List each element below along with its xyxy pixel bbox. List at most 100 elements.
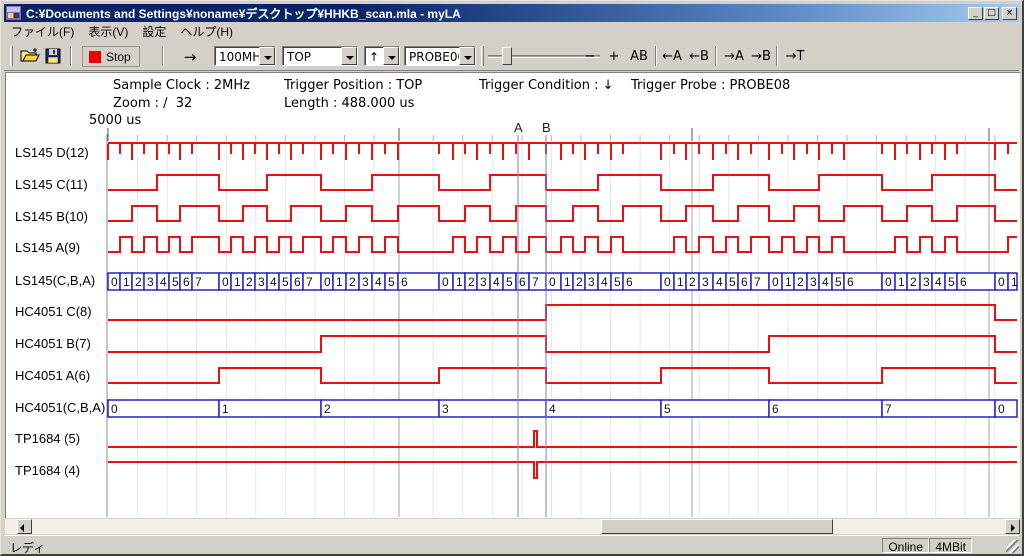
waveform-hc4051-a6	[108, 368, 1017, 383]
bus-value-ls145-bus: 6	[960, 275, 967, 289]
bus-value-ls145-bus: 2	[135, 275, 142, 289]
bus-value-ls145-bus: 2	[349, 275, 356, 289]
bus-value-hc4051-bus: 1	[222, 402, 229, 416]
bus-value-ls145-bus: 4	[822, 275, 829, 289]
bus-value-ls145-bus: 0	[664, 275, 671, 289]
bus-value-ls145-bus: 5	[729, 275, 736, 289]
bus-value-ls145-bus: 1	[564, 275, 571, 289]
bus-value-ls145-bus: 4	[716, 275, 723, 289]
scroll-left-button[interactable]	[17, 519, 32, 534]
bus-value-hc4051-bus: 5	[664, 402, 671, 416]
bus-value-ls145-bus: 1	[456, 275, 463, 289]
bus-value-ls145-bus: 3	[362, 275, 369, 289]
bus-value-hc4051-bus: 0	[998, 402, 1005, 416]
waveform-hc4051-b7	[108, 336, 1017, 352]
bus-value-hc4051-bus: 2	[324, 402, 331, 416]
bus-value-ls145-bus: 0	[111, 275, 118, 289]
bus-value-ls145-bus: 6	[401, 275, 408, 289]
bus-value-hc4051-bus: 6	[772, 402, 779, 416]
bus-cell-hc4051-bus	[546, 400, 661, 417]
bus-value-ls145-bus: 2	[910, 275, 917, 289]
bus-value-ls145-bus: 3	[588, 275, 595, 289]
status-bar: レディ Online 4MBit	[4, 535, 1019, 554]
bus-value-ls145-bus: 0	[885, 275, 892, 289]
bus-value-ls145-bus: 7	[306, 275, 313, 289]
bus-value-ls145-bus: 3	[147, 275, 154, 289]
bus-value-hc4051-bus: 4	[549, 402, 556, 416]
bus-value-ls145-bus: 5	[282, 275, 289, 289]
bus-value-ls145-bus: 4	[270, 275, 277, 289]
scroll-right-button[interactable]	[1005, 519, 1020, 534]
bus-value-ls145-bus: 0	[442, 275, 449, 289]
bus-cell-hc4051-bus	[321, 400, 439, 417]
bus-value-ls145-bus: 3	[258, 275, 265, 289]
waveform-ls145-a9	[108, 237, 1017, 252]
bus-value-ls145-bus: 1	[123, 275, 130, 289]
bus-value-ls145-bus: 5	[948, 275, 955, 289]
waveform-ls145-b10	[108, 206, 1017, 221]
bus-value-ls145-bus: 7	[195, 275, 202, 289]
bus-value-ls145-bus: 0	[549, 275, 556, 289]
bus-cell-hc4051-bus	[219, 400, 321, 417]
bus-value-ls145-bus: 1	[234, 275, 241, 289]
status-online-badge: Online	[882, 538, 929, 553]
bus-value-ls145-bus: 6	[741, 275, 748, 289]
bus-value-ls145-bus: 4	[935, 275, 942, 289]
bus-cell-hc4051-bus	[108, 400, 219, 417]
bus-cell-hc4051-bus	[439, 400, 546, 417]
bus-value-ls145-bus: 0	[324, 275, 331, 289]
bus-value-ls145-bus: 1	[785, 275, 792, 289]
bus-cell-hc4051-bus	[661, 400, 769, 417]
bus-value-hc4051-bus: 3	[442, 402, 449, 416]
bus-value-ls145-bus: 5	[835, 275, 842, 289]
bus-value-hc4051-bus: 7	[885, 402, 892, 416]
waveform-ls145-c11	[108, 175, 1017, 190]
status-memory-badge: 4MBit	[929, 538, 972, 553]
bus-value-ls145-bus: 5	[614, 275, 621, 289]
bus-value-ls145-bus: 0	[222, 275, 229, 289]
bus-value-ls145-bus: 6	[847, 275, 854, 289]
bus-cell-hc4051-bus	[769, 400, 882, 417]
bus-value-ls145-bus: 2	[246, 275, 253, 289]
bus-value-ls145-bus: 3	[810, 275, 817, 289]
bus-value-ls145-bus: 1	[677, 275, 684, 289]
bus-value-ls145-bus: 6	[626, 275, 633, 289]
bus-value-ls145-bus: 3	[702, 275, 709, 289]
waveform-tp1684-4	[108, 462, 1017, 478]
bus-value-ls145-bus: 6	[183, 275, 190, 289]
bus-value-ls145-bus: 3	[923, 275, 930, 289]
bus-value-ls145-bus: 7	[754, 275, 761, 289]
waveform-hc4051-c8	[108, 305, 1017, 320]
bus-value-ls145-bus: 4	[493, 275, 500, 289]
bus-value-ls145-bus: 6	[294, 275, 301, 289]
cursor-A-label: A	[514, 120, 523, 135]
app-window: C:¥Documents and Settings¥noname¥デスクトップ¥…	[0, 0, 1024, 556]
bus-value-ls145-bus: 5	[172, 275, 179, 289]
bus-value-ls145-bus: 5	[388, 275, 395, 289]
bus-value-ls145-bus: 5	[506, 275, 513, 289]
bus-value-ls145-bus: 1	[1011, 275, 1018, 289]
bus-value-ls145-bus: 2	[797, 275, 804, 289]
bus-value-ls145-bus: 0	[772, 275, 779, 289]
bus-value-ls145-bus: 4	[160, 275, 167, 289]
bus-value-ls145-bus: 1	[336, 275, 343, 289]
bus-value-ls145-bus: 0	[998, 275, 1005, 289]
bus-value-ls145-bus: 2	[468, 275, 475, 289]
horizontal-scrollbar[interactable]	[5, 519, 1020, 534]
status-message: レディ	[10, 539, 45, 556]
waveform-tp1684-5	[108, 431, 1017, 447]
bus-value-ls145-bus: 6	[519, 275, 526, 289]
bus-value-hc4051-bus: 0	[111, 402, 118, 416]
bus-value-ls145-bus: 4	[375, 275, 382, 289]
bus-cell-hc4051-bus	[882, 400, 995, 417]
bus-value-ls145-bus: 2	[576, 275, 583, 289]
bus-value-ls145-bus: 3	[480, 275, 487, 289]
bus-value-ls145-bus: 2	[689, 275, 696, 289]
scrollbar-thumb[interactable]	[601, 519, 833, 534]
bus-value-ls145-bus: 1	[898, 275, 905, 289]
bus-value-ls145-bus: 7	[532, 275, 539, 289]
cursor-B-label: B	[542, 120, 551, 135]
waveform-canvas: 0123456701234567012345601234567012345601…	[1, 1, 1024, 556]
resize-grip[interactable]	[1006, 540, 1019, 553]
bus-value-ls145-bus: 4	[601, 275, 608, 289]
